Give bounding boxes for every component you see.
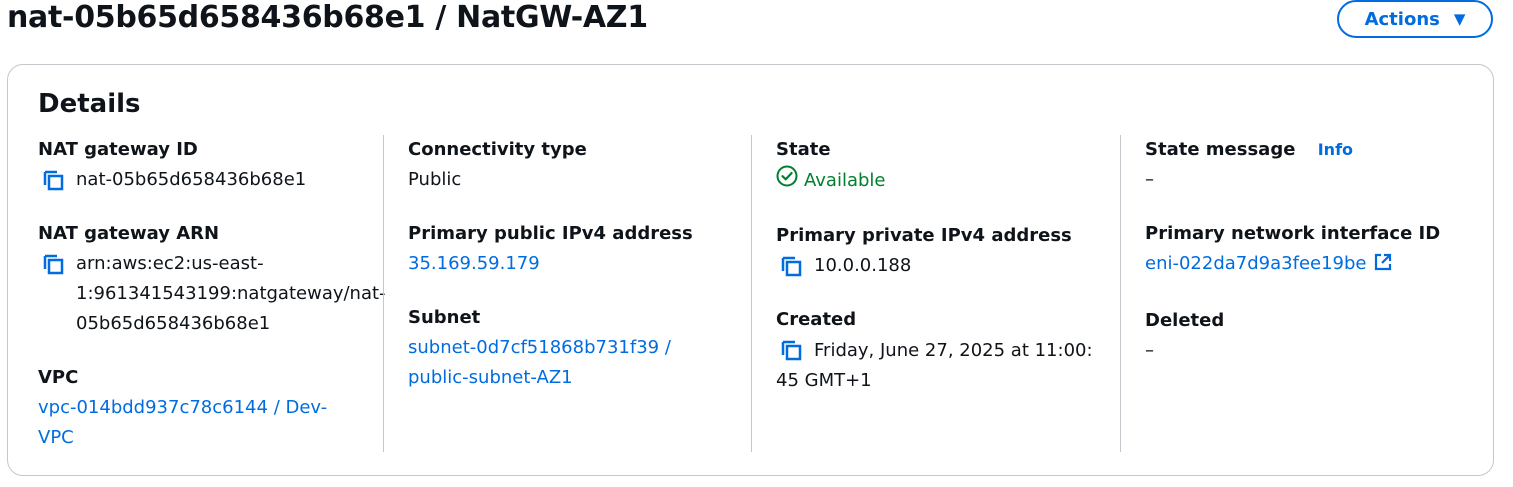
created-field: Created Friday, June 27, 2025 at 11:00:4… (776, 305, 1114, 396)
primary-private-ipv4-label: Primary private IPv4 address (776, 225, 1072, 246)
copy-icon[interactable] (780, 335, 806, 365)
vpc-label: VPC (38, 367, 79, 388)
primary-network-interface-value: eni-022da7d9a3fee19be (1145, 253, 1367, 274)
subnet-field: Subnet subnet-0d7cf51868b731f39 / public… (408, 303, 746, 393)
details-column-2: Connectivity type Public Primary public … (383, 135, 746, 452)
connectivity-type-field: Connectivity type Public (408, 135, 746, 195)
details-title: Details (38, 89, 141, 119)
details-column-3: State Available Primary private IPv4 add… (751, 135, 1114, 452)
details-column-1: NAT gateway ID nat-05b65d658436b68e1 NAT… (38, 135, 386, 453)
caret-down-icon: ▼ (1453, 9, 1466, 28)
state-value: Available (804, 170, 886, 191)
nat-gateway-id-label: NAT gateway ID (38, 139, 198, 160)
details-panel: Details NAT gateway ID nat-05b65d658436b… (7, 64, 1494, 476)
primary-private-ipv4-value: 10.0.0.188 (814, 255, 912, 276)
copy-icon[interactable] (42, 165, 68, 195)
created-label: Created (776, 309, 857, 330)
primary-public-ipv4-field: Primary public IPv4 address 35.169.59.17… (408, 219, 746, 279)
nat-gateway-id-value: nat-05b65d658436b68e1 (76, 169, 307, 190)
state-field: State Available (776, 135, 1114, 197)
page-title: nat-05b65d658436b68e1 / NatGW-AZ1 (7, 0, 648, 35)
nat-gateway-arn-value: arn:aws:ec2:us-east-1:961341543199:natga… (76, 253, 386, 334)
check-circle-icon (776, 165, 798, 197)
nat-gateway-id-field: NAT gateway ID nat-05b65d658436b68e1 (38, 135, 376, 195)
primary-private-ipv4-field: Primary private IPv4 address 10.0.0.188 (776, 221, 1114, 281)
primary-network-interface-label: Primary network interface ID (1145, 223, 1441, 244)
nat-gateway-arn-label: NAT gateway ARN (38, 223, 220, 244)
state-label: State (776, 139, 831, 160)
actions-label: Actions (1364, 8, 1440, 30)
primary-public-ipv4-link[interactable]: 35.169.59.179 (408, 253, 540, 274)
deleted-value: – (1145, 340, 1154, 361)
created-value: Friday, June 27, 2025 at 11:00:45 GMT+1 (776, 340, 1093, 391)
primary-network-interface-link[interactable]: eni-022da7d9a3fee19be (1145, 253, 1393, 274)
state-message-value: – (1145, 169, 1154, 190)
primary-network-interface-field: Primary network interface ID eni-022da7d… (1145, 219, 1475, 282)
connectivity-type-label: Connectivity type (408, 139, 587, 160)
copy-icon[interactable] (780, 251, 806, 281)
external-link-icon (1373, 252, 1393, 282)
state-message-label: State message (1145, 139, 1296, 160)
vpc-field: VPC vpc-014bdd937c78c6144 / Dev-VPC (38, 363, 376, 453)
status-badge: Available (776, 165, 885, 197)
subnet-link[interactable]: subnet-0d7cf51868b731f39 / public-subnet… (408, 337, 671, 388)
connectivity-type-value: Public (408, 169, 462, 190)
deleted-label: Deleted (1145, 310, 1225, 331)
nat-gateway-detail-page: nat-05b65d658436b68e1 / NatGW-AZ1 Action… (0, 0, 1513, 487)
details-column-4: State message Info – Primary network int… (1120, 135, 1475, 452)
actions-button[interactable]: Actions ▼ (1337, 0, 1493, 38)
state-message-field: State message Info – (1145, 135, 1475, 195)
deleted-field: Deleted – (1145, 306, 1475, 366)
primary-public-ipv4-label: Primary public IPv4 address (408, 223, 693, 244)
vpc-link[interactable]: vpc-014bdd937c78c6144 / Dev-VPC (38, 397, 327, 448)
nat-gateway-arn-field: NAT gateway ARN arn:aws:ec2:us-east-1:96… (38, 219, 386, 339)
info-link[interactable]: Info (1318, 140, 1353, 159)
copy-icon[interactable] (42, 249, 68, 279)
subnet-label: Subnet (408, 307, 481, 328)
